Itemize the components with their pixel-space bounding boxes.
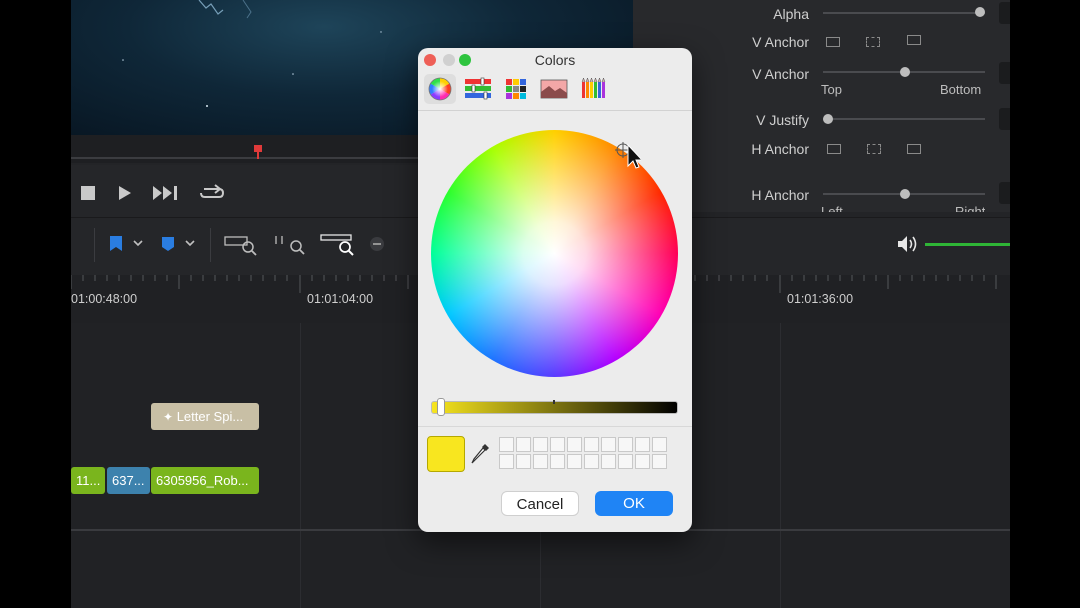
- v-anchor-slider-knob[interactable]: [900, 67, 910, 77]
- h-anchor-reset-button[interactable]: [999, 182, 1010, 204]
- v-anchor-label: V Anchor: [752, 34, 809, 50]
- alpha-reset-button[interactable]: [999, 2, 1010, 24]
- left-label: Left: [821, 204, 843, 212]
- zoom-out-icon[interactable]: [369, 236, 385, 252]
- video-clip[interactable]: 637...: [107, 467, 150, 494]
- loop-icon[interactable]: [199, 184, 225, 202]
- eyedropper-icon[interactable]: [471, 442, 491, 466]
- title-clip[interactable]: ✦ Letter Spi...: [151, 403, 259, 430]
- brightness-slider-thumb[interactable]: [437, 398, 445, 416]
- v-anchor-reset-button[interactable]: [999, 62, 1010, 84]
- video-clip[interactable]: 11...: [71, 467, 105, 494]
- swatch-cell[interactable]: [635, 454, 650, 469]
- marker-icon[interactable]: [162, 237, 174, 251]
- right-pillarbox: [1010, 0, 1080, 608]
- swatch-cell[interactable]: [635, 437, 650, 452]
- swatch-cell[interactable]: [652, 454, 667, 469]
- alpha-label: Alpha: [773, 6, 809, 22]
- swatch-cell[interactable]: [601, 454, 616, 469]
- tab-color-wheel[interactable]: [424, 74, 456, 104]
- anchor-top-icon[interactable]: [826, 37, 840, 47]
- video-clip-label: 11...: [76, 473, 101, 488]
- right-label: Right: [955, 204, 986, 212]
- v-justify-reset-button[interactable]: [999, 108, 1010, 130]
- timecode-label: 01:00:48:00: [71, 292, 138, 306]
- color-sliders-icon[interactable]: [464, 76, 492, 102]
- cancel-button[interactable]: Cancel: [501, 491, 579, 516]
- colors-dialog: Colors Cancel OK: [418, 48, 692, 532]
- zoom-custom-icon[interactable]: [320, 232, 356, 256]
- flag-dropdown-chevron-icon[interactable]: [133, 240, 143, 247]
- play-icon[interactable]: [119, 186, 131, 200]
- alpha-slider-knob[interactable]: [975, 7, 985, 17]
- playhead-marker-icon[interactable]: [253, 145, 263, 159]
- pencils-icon[interactable]: [580, 76, 608, 102]
- title-clip-label: Letter Spi...: [176, 409, 244, 424]
- video-clip-label: 637...: [112, 473, 145, 488]
- h-anchor-label: H Anchor: [751, 141, 809, 157]
- image-palettes-icon[interactable]: [540, 76, 568, 102]
- swatch-cell[interactable]: [499, 437, 514, 452]
- swatch-cell[interactable]: [550, 437, 565, 452]
- swatch-cell[interactable]: [533, 454, 548, 469]
- color-palettes-icon[interactable]: [502, 76, 530, 102]
- timecode-label: 01:01:36:00: [787, 292, 854, 306]
- marker-dropdown-chevron-icon[interactable]: [185, 240, 195, 247]
- alpha-slider[interactable]: [823, 12, 985, 14]
- grid-line: [300, 323, 301, 608]
- anchor-middle-icon[interactable]: [866, 37, 880, 47]
- video-clip-label: 6305956_Rob...: [156, 473, 249, 488]
- left-pillarbox: [0, 0, 71, 608]
- anchor-bottom-icon[interactable]: [907, 35, 921, 45]
- color-wheel-icon: [428, 77, 452, 101]
- ok-button[interactable]: OK: [595, 491, 673, 516]
- swatch-cell[interactable]: [584, 437, 599, 452]
- saved-swatches: [499, 437, 667, 471]
- anchor-left-icon[interactable]: [827, 144, 841, 154]
- v-anchor-slider-label: V Anchor: [752, 66, 809, 82]
- swatch-cell[interactable]: [516, 454, 531, 469]
- flag-icon[interactable]: [110, 236, 122, 251]
- v-justify-slider[interactable]: [823, 118, 985, 120]
- v-justify-slider-knob[interactable]: [823, 114, 833, 124]
- swatch-cell[interactable]: [601, 437, 616, 452]
- video-clip[interactable]: 6305956_Rob...: [151, 467, 259, 494]
- zoom-detail-icon[interactable]: [274, 234, 308, 256]
- swatch-cell[interactable]: [550, 454, 565, 469]
- swatch-cell[interactable]: [618, 437, 633, 452]
- zoom-full-icon[interactable]: [224, 234, 258, 256]
- h-anchor-slider-label: H Anchor: [751, 187, 809, 203]
- swatch-cell[interactable]: [567, 454, 582, 469]
- v-justify-label: V Justify: [756, 112, 809, 128]
- divider: [418, 426, 692, 427]
- swatch-cell[interactable]: [618, 454, 633, 469]
- bottom-label: Bottom: [940, 82, 982, 97]
- audio-level-meter: [925, 243, 1010, 246]
- h-anchor-slider-knob[interactable]: [900, 189, 910, 199]
- swatch-cell[interactable]: [584, 454, 599, 469]
- next-clip-icon[interactable]: [153, 186, 179, 200]
- swatch-cell[interactable]: [533, 437, 548, 452]
- swatch-cell[interactable]: [516, 437, 531, 452]
- toolbar-separator: [94, 228, 95, 262]
- swatch-cell[interactable]: [652, 437, 667, 452]
- swatch-cell[interactable]: [567, 437, 582, 452]
- timecode-label: 01:01:04:00: [307, 292, 374, 306]
- anchor-center-icon[interactable]: [867, 144, 881, 154]
- dialog-title: Colors: [534, 52, 576, 68]
- tab-separator: [418, 110, 692, 111]
- current-color-well[interactable]: [427, 436, 465, 472]
- stop-icon[interactable]: [81, 186, 95, 200]
- swatch-cell[interactable]: [499, 454, 514, 469]
- volume-icon[interactable]: [897, 235, 919, 253]
- grid-line: [780, 323, 781, 608]
- sparkle-icon: ✦: [163, 410, 174, 424]
- toolbar-separator: [210, 228, 211, 262]
- top-label: Top: [821, 82, 842, 97]
- brightness-tick: [553, 400, 555, 404]
- crosshair-cursor-icon: [615, 142, 641, 169]
- anchor-right-icon[interactable]: [907, 144, 921, 154]
